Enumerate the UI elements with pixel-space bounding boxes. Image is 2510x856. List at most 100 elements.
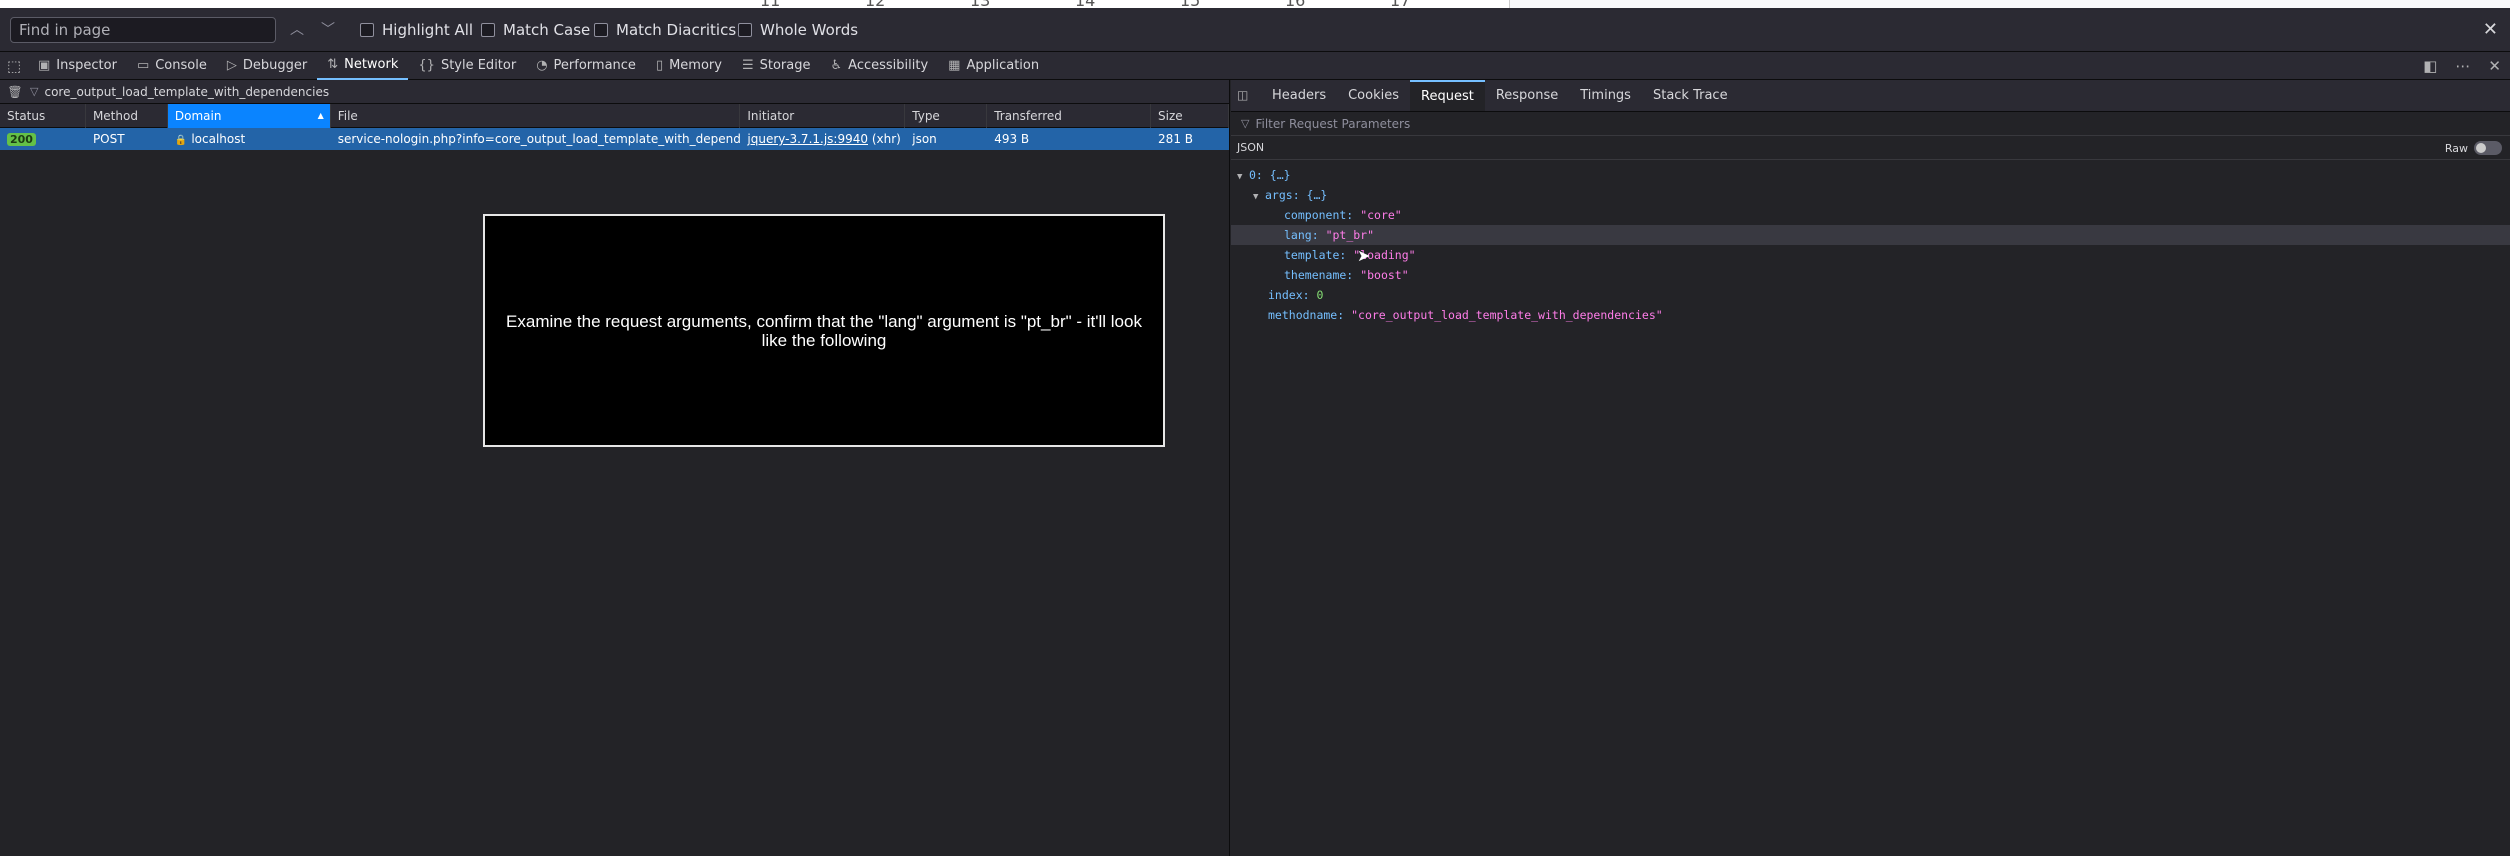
node-key: methodname: — [1268, 308, 1345, 322]
find-input[interactable] — [10, 17, 276, 43]
column-initiator[interactable]: Initiator — [740, 104, 906, 128]
lock-icon: 🔒 — [174, 135, 188, 146]
request-params-filter[interactable]: ▽ Filter Request Parameters — [1231, 112, 2510, 136]
initiator-suffix: (xhr) — [871, 132, 901, 146]
request-details-panel: ◫ Headers Cookies Request Response Timin… — [1231, 80, 2510, 856]
more-options-icon[interactable]: ⋯ — [2455, 57, 2470, 75]
close-icon[interactable]: ✕ — [2483, 19, 2498, 40]
table-row[interactable]: 200 POST 🔒 localhost service-nologin.php?… — [0, 128, 1229, 150]
row-type: json — [912, 132, 937, 146]
expand-arrow-icon: ▼ — [1253, 192, 1259, 202]
network-icon: ⇅ — [327, 57, 339, 72]
url-filter-input[interactable]: core_output_load_template_with_dependenc… — [44, 85, 329, 99]
column-file[interactable]: File — [331, 104, 741, 128]
whole-words-label: Whole Words — [760, 21, 859, 39]
tab-label: Inspector — [56, 58, 117, 73]
node-key: template: — [1284, 248, 1347, 262]
filter-icon: ▽ — [1241, 117, 1250, 130]
raw-label: Raw — [2444, 141, 2468, 155]
whole-words-checkbox[interactable]: Whole Words — [738, 20, 858, 40]
find-next-button[interactable]: ﹀ — [318, 20, 338, 40]
node-value: 0 — [1316, 288, 1324, 302]
column-domain[interactable]: Domain — [167, 104, 331, 128]
application-icon: ▦ — [948, 58, 961, 73]
toggle-sidebar-icon[interactable]: ◫ — [1237, 88, 1248, 102]
tab-label: Style Editor — [440, 58, 517, 73]
tree-node-args[interactable]: ▼ args: {…} — [1231, 185, 2510, 205]
tab-stack-trace[interactable]: Stack Trace — [1642, 80, 1739, 111]
network-filter-bar: 🗑 ▽ core_output_load_template_with_depen… — [0, 80, 1229, 104]
tab-request[interactable]: Request — [1410, 80, 1485, 111]
column-transferred[interactable]: Transferred — [987, 104, 1152, 128]
column-type[interactable]: Type — [905, 104, 988, 128]
filter-icon: ▽ — [30, 85, 39, 98]
highlight-all-checkbox[interactable]: Highlight All — [360, 20, 473, 40]
dock-icon[interactable]: ◧ — [2423, 57, 2437, 75]
raw-toggle[interactable]: Raw — [2445, 141, 2502, 155]
tree-node-component[interactable]: component: "core" — [1231, 205, 2510, 225]
tab-timings[interactable]: Timings — [1569, 80, 1642, 111]
domain-text: localhost — [191, 132, 246, 146]
overlay-text: Examine the request arguments, confirm t… — [506, 311, 1142, 350]
tab-debugger[interactable]: ▷ Debugger — [217, 52, 317, 80]
node-value: "core" — [1360, 208, 1402, 222]
match-case-label: Match Case — [503, 21, 591, 39]
toggle-switch-icon — [2474, 141, 2502, 155]
node-key: component: — [1284, 208, 1354, 222]
tab-console[interactable]: ▭ Console — [127, 52, 217, 80]
tree-node-index[interactable]: index: 0 — [1231, 285, 2510, 305]
match-diacritics-label: Match Diacritics — [616, 21, 737, 39]
find-previous-button[interactable]: ︿ — [287, 20, 307, 40]
tab-performance[interactable]: ◔ Performance — [526, 52, 646, 80]
tab-headers[interactable]: Headers — [1261, 80, 1337, 111]
node-value: "boost" — [1360, 268, 1409, 282]
memory-icon: ▯ — [655, 58, 664, 73]
clear-icon[interactable]: 🗑 — [0, 85, 30, 99]
page-content-strip: 11 12 13 14 15 16 17 — [0, 0, 2510, 10]
tab-inspector[interactable]: ▣ Inspector — [28, 52, 127, 80]
close-devtools-icon[interactable]: ✕ — [2488, 57, 2501, 75]
tab-style-editor[interactable]: {} Style Editor — [408, 52, 526, 80]
element-picker-icon[interactable]: ⬚ — [0, 57, 28, 75]
json-section-header: JSON Raw — [1231, 136, 2510, 160]
row-size: 281 B — [1158, 132, 1193, 146]
row-method: POST — [92, 132, 125, 146]
row-transferred: 493 B — [994, 132, 1030, 146]
status-badge: 200 — [7, 133, 36, 146]
find-bar: ︿ ﹀ Highlight All Match Case Match Diacr… — [0, 8, 2510, 52]
tab-accessibility[interactable]: ♿ Accessibility — [821, 52, 939, 80]
column-status[interactable]: Status — [0, 104, 86, 128]
tab-label: Network — [344, 57, 399, 72]
debugger-icon: ▷ — [226, 58, 237, 73]
tree-node-lang[interactable]: lang: "pt_br" — [1231, 225, 2510, 245]
column-method[interactable]: Method — [86, 104, 168, 128]
toolbar-right-controls: ◧ ⋯ ✕ — [2414, 52, 2510, 80]
json-tree: ▼ 0: {…} ▼ args: {…} component: "core" lan… — [1231, 160, 2510, 325]
tree-node-template[interactable]: template: "loading" — [1231, 245, 2510, 265]
style-editor-icon: {} — [418, 58, 435, 73]
mouse-cursor-icon: ➤ — [1357, 246, 1371, 265]
tab-label: Application — [966, 58, 1040, 73]
tab-storage[interactable]: ☰ Storage — [732, 52, 821, 80]
node-key: index: — [1268, 288, 1310, 302]
column-size[interactable]: Size — [1151, 104, 1229, 128]
request-table-header: Status Method Domain File Initiator Type… — [0, 104, 1229, 128]
tab-memory[interactable]: ▯ Memory — [646, 52, 732, 80]
match-diacritics-checkbox[interactable]: Match Diacritics — [594, 20, 736, 40]
tab-application[interactable]: ▦ Application — [938, 52, 1049, 80]
tab-label: Accessibility — [848, 58, 929, 73]
tree-node-themename[interactable]: themename: "boost" — [1231, 265, 2510, 285]
initiator-link[interactable]: jquery-3.7.1.js:9940 — [747, 132, 868, 146]
row-file: service-nologin.php?info=core_output_loa… — [337, 132, 741, 146]
performance-icon: ◔ — [536, 58, 548, 73]
row-initiator: jquery-3.7.1.js:9940 (xhr) — [740, 128, 905, 150]
tab-cookies[interactable]: Cookies — [1337, 80, 1410, 111]
match-case-checkbox[interactable]: Match Case — [481, 20, 590, 40]
tab-network[interactable]: ⇅ Network — [317, 52, 409, 80]
checkbox-icon — [594, 23, 608, 37]
tree-node-methodname[interactable]: methodname: "core_output_load_template_w… — [1231, 305, 2510, 325]
tab-response[interactable]: Response — [1485, 80, 1569, 111]
tree-node-root[interactable]: ▼ 0: {…} — [1231, 165, 2510, 185]
filter-placeholder: Filter Request Parameters — [1255, 116, 1411, 131]
storage-icon: ☰ — [741, 58, 754, 73]
